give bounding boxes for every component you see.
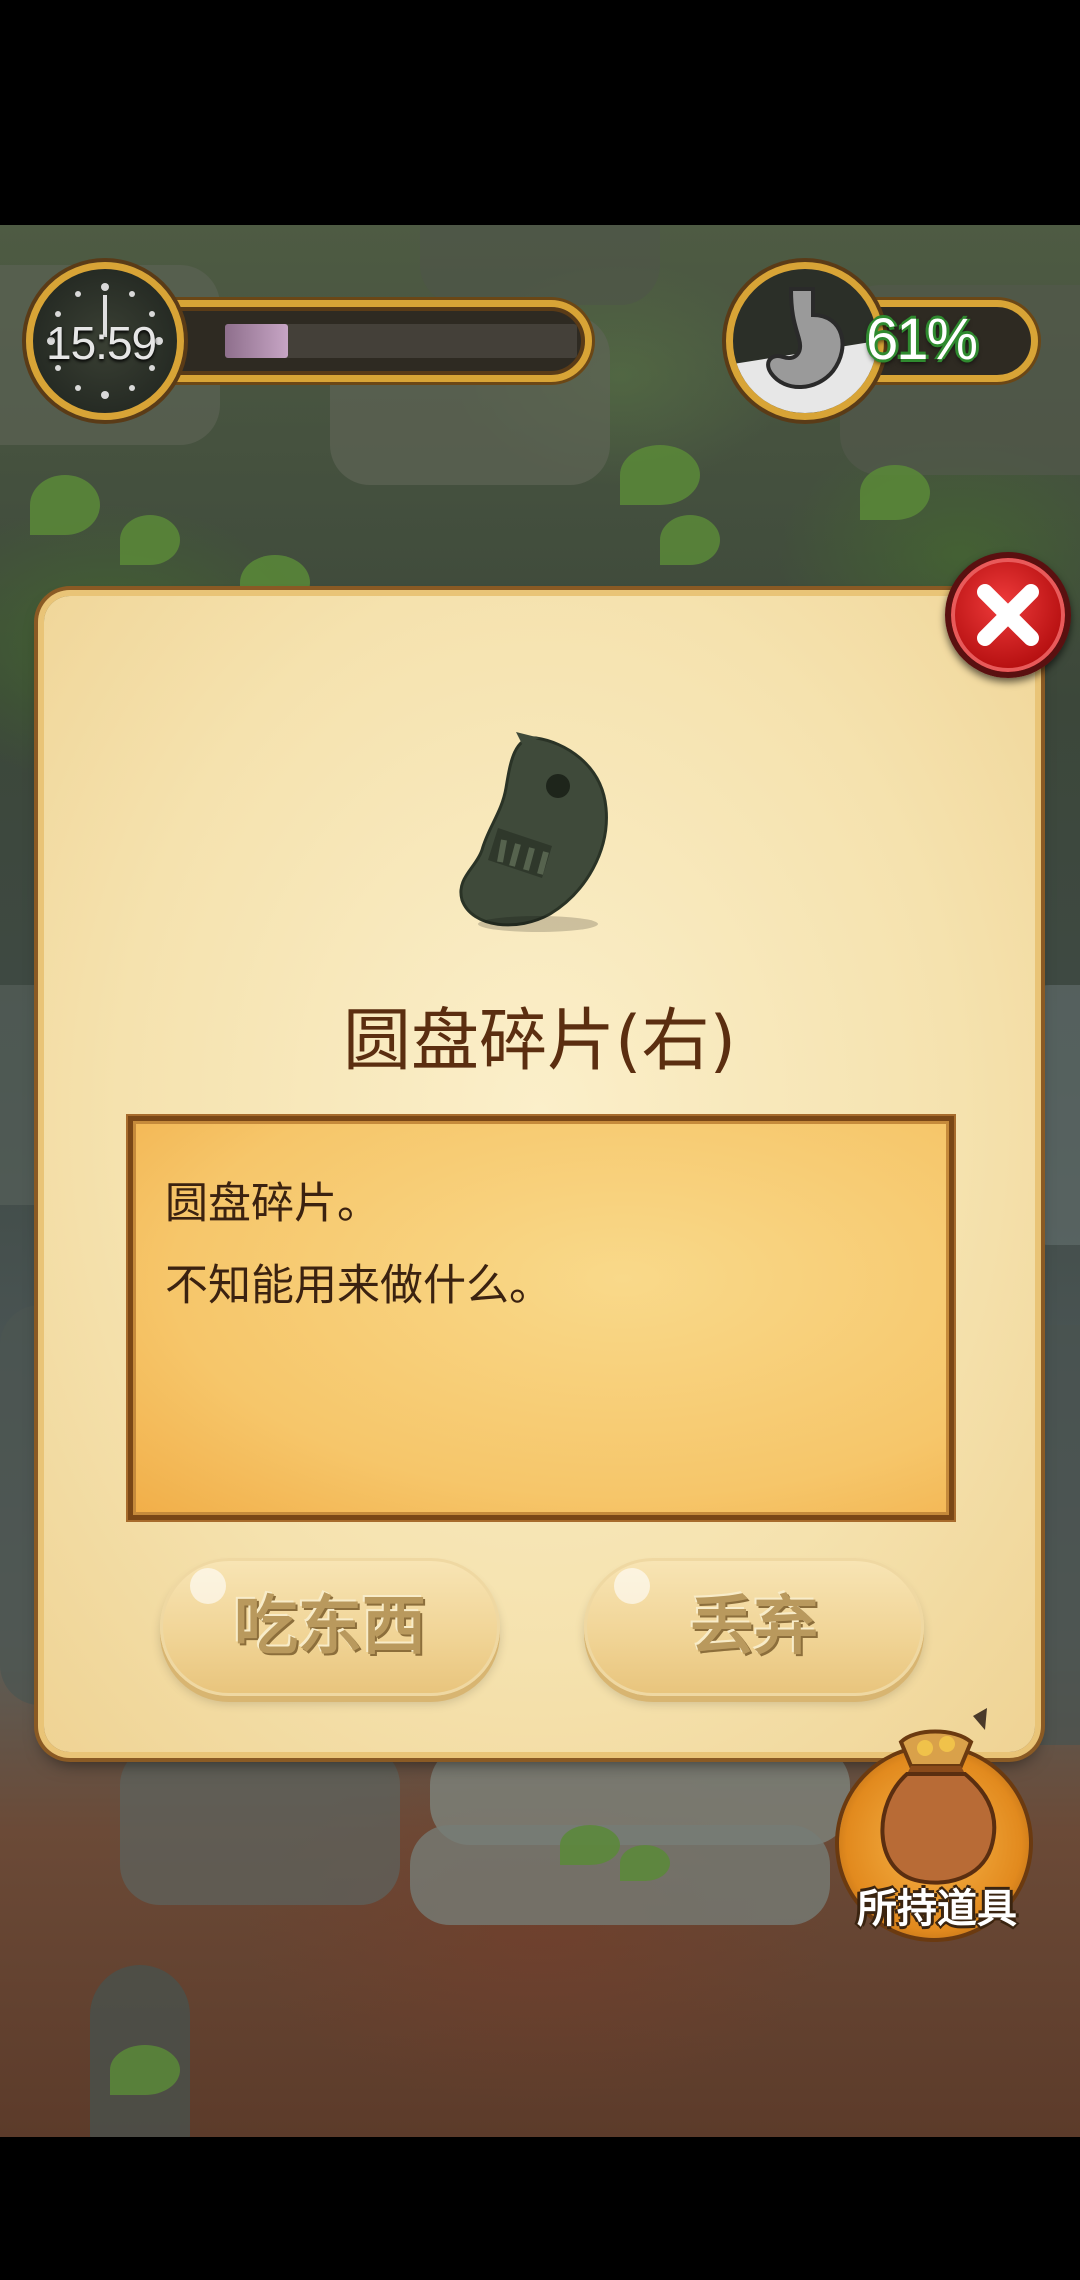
time-readout: 15:59 <box>46 317 157 369</box>
item-description-line-2: 不知能用来做什么。 <box>165 1261 552 1311</box>
close-button[interactable] <box>945 552 1071 678</box>
time-progress-fill <box>225 324 289 358</box>
item-description-line-1: 圆盘碎片。 <box>165 1179 380 1229</box>
inventory-label: 所持道具 <box>857 1886 1017 1932</box>
discard-button-label: 丢弃 <box>690 1590 818 1664</box>
eat-button-label: 吃东西 <box>234 1590 426 1664</box>
item-title: 圆盘碎片(右) <box>342 1002 737 1081</box>
eat-button[interactable]: 吃东西 <box>160 1558 500 1696</box>
time-hud: 15:59 <box>26 262 592 420</box>
inventory-button[interactable]: 所持道具 <box>831 1708 1043 1944</box>
item-bag-icon <box>880 1708 997 1885</box>
hunger-hud: 61% <box>726 262 1038 420</box>
stomach-icon <box>726 262 884 420</box>
stone-disc-fragment-icon <box>459 732 608 932</box>
close-icon <box>977 584 1039 646</box>
discard-button[interactable]: 丢弃 <box>584 1558 924 1696</box>
item-description-box: 圆盘碎片。 不知能用来做什么。 <box>128 1116 954 1520</box>
hunger-percent: 61% <box>866 307 978 372</box>
